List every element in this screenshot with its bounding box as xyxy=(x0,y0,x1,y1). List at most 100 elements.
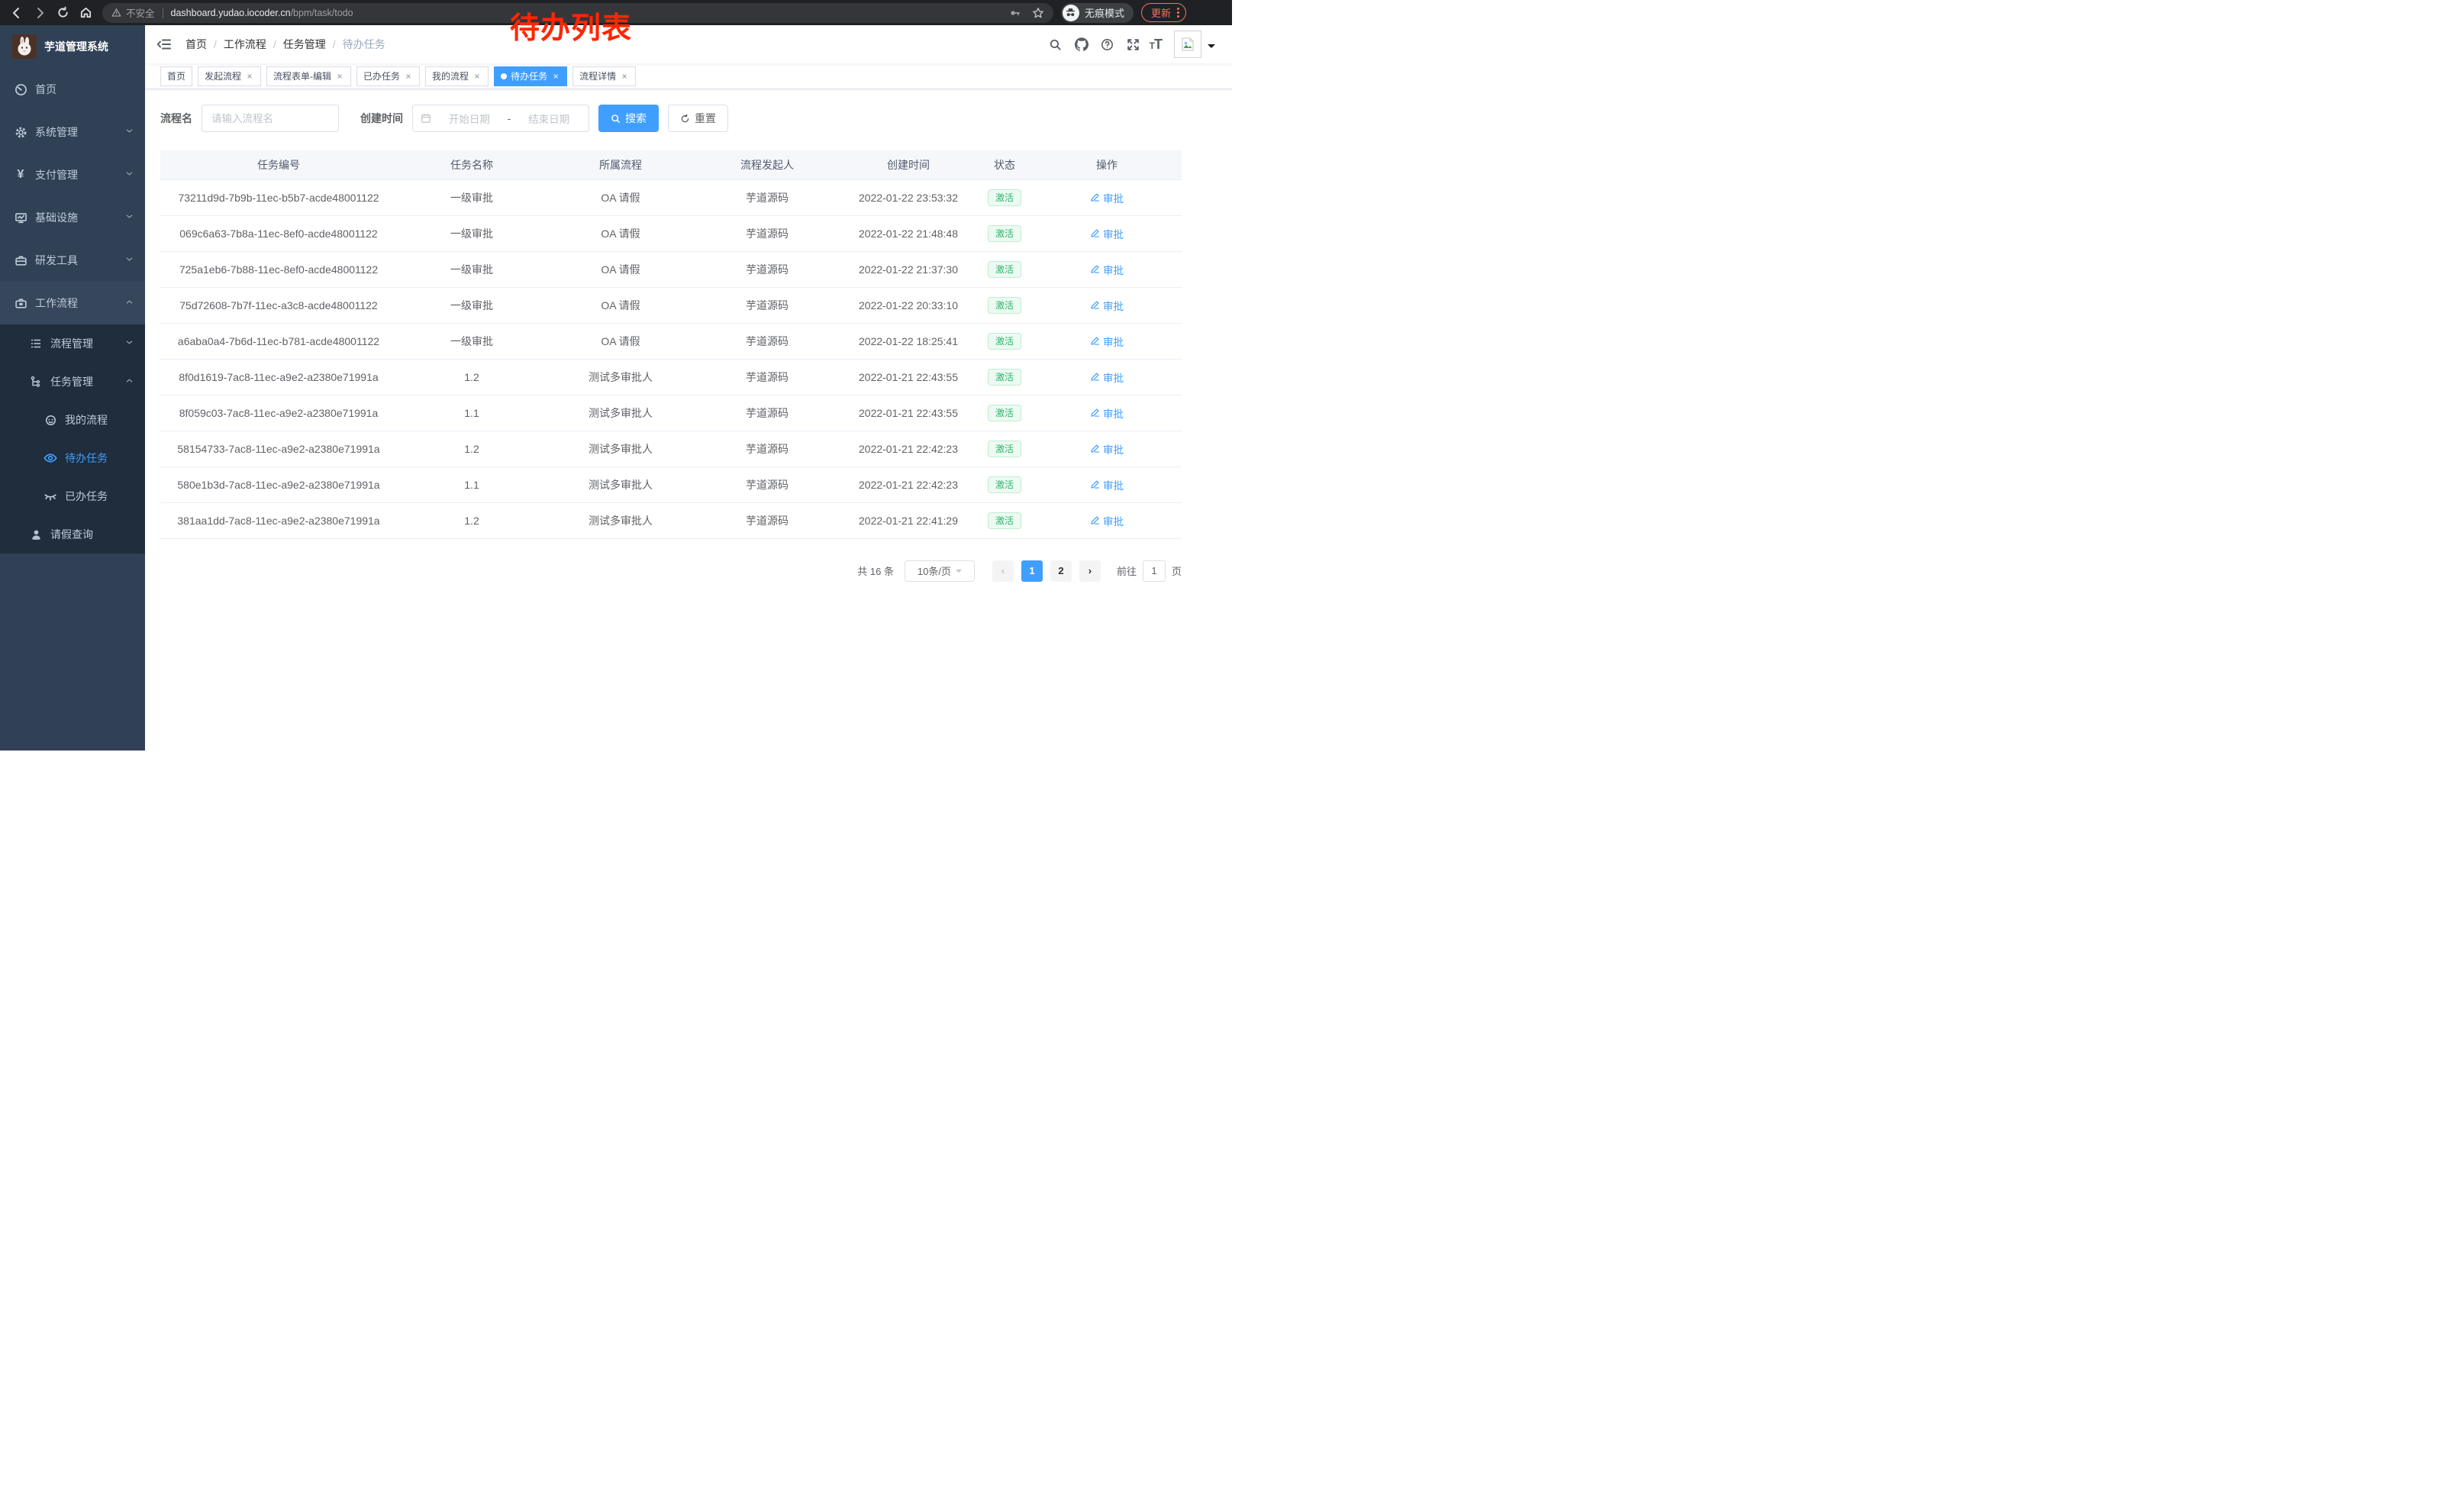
approve-button[interactable]: 审批 xyxy=(1090,298,1124,313)
range-separator: - xyxy=(508,113,511,124)
prev-page-button[interactable]: ‹ xyxy=(992,560,1014,582)
close-icon[interactable]: × xyxy=(245,72,254,81)
page-button-2[interactable]: 2 xyxy=(1050,560,1072,582)
sidebar-item-system[interactable]: 系统管理 xyxy=(0,111,145,153)
sidebar-item-task-management[interactable]: 任务管理 xyxy=(0,363,145,401)
sidebar-item-leave-query[interactable]: 请假查询 xyxy=(0,515,145,554)
status-badge: 激活 xyxy=(988,333,1021,350)
approve-button[interactable]: 审批 xyxy=(1090,405,1124,421)
page-button-1[interactable]: 1 xyxy=(1021,560,1043,582)
sidebar-collapse-icon[interactable] xyxy=(156,36,173,53)
key-icon[interactable] xyxy=(1009,7,1021,19)
sidebar-item-home[interactable]: 首页 xyxy=(0,68,145,111)
app-logo-row[interactable]: 芋道管理系统 xyxy=(0,25,145,68)
process-name-input[interactable] xyxy=(202,105,339,132)
org-tree-icon xyxy=(29,376,43,388)
breadcrumb-current: 待办任务 xyxy=(343,37,385,52)
browser-reload-icon[interactable] xyxy=(52,2,73,24)
sidebar-item-label: 系统管理 xyxy=(35,124,78,140)
tab-process-detail[interactable]: 流程详情× xyxy=(572,66,636,86)
sidebar-item-devtools[interactable]: 研发工具 xyxy=(0,239,145,282)
active-tab-dot xyxy=(501,73,507,79)
address-bar[interactable]: 不安全 dashboard.yudao.iocoder.cn/bpm/task/… xyxy=(102,3,1053,23)
search-icon[interactable] xyxy=(1046,34,1066,54)
approve-button[interactable]: 审批 xyxy=(1090,334,1124,349)
close-icon[interactable]: × xyxy=(620,72,629,81)
table-row: 069c6a63-7b8a-11ec-8ef0-acde48001122一级审批… xyxy=(160,215,1182,251)
close-icon[interactable]: × xyxy=(551,72,560,81)
sidebar-item-label: 请假查询 xyxy=(50,527,93,542)
avatar[interactable] xyxy=(1174,31,1201,58)
avatar-dropdown-caret[interactable] xyxy=(1208,44,1215,52)
status-badge: 激活 xyxy=(988,225,1021,242)
browser-update-button[interactable]: 更新 xyxy=(1141,3,1186,22)
end-date-placeholder: 结束日期 xyxy=(517,111,581,126)
approve-button[interactable]: 审批 xyxy=(1090,513,1124,528)
search-button[interactable]: 搜索 xyxy=(598,105,659,132)
breadcrumb-home[interactable]: 首页 xyxy=(185,37,207,52)
browser-home-icon[interactable] xyxy=(75,2,96,24)
sidebar: 芋道管理系统 首页 系统管理 ¥ xyxy=(0,25,145,750)
close-icon[interactable]: × xyxy=(335,72,344,81)
sidebar-item-my-process[interactable]: 我的流程 xyxy=(0,401,145,439)
goto-label: 前往 xyxy=(1117,563,1137,578)
start-date-placeholder: 开始日期 xyxy=(437,111,502,126)
table-row: 8f0d1619-7ac8-11ec-a9e2-a2380e71991a1.2测… xyxy=(160,359,1182,395)
fullscreen-icon[interactable] xyxy=(1124,34,1143,54)
table-row: 58154733-7ac8-11ec-a9e2-a2380e71991a1.2测… xyxy=(160,431,1182,466)
user-icon xyxy=(29,528,43,541)
date-range-picker[interactable]: 开始日期 - 结束日期 xyxy=(412,105,589,132)
browser-forward-icon[interactable] xyxy=(29,2,50,24)
filter-bar: 流程名 创建时间 开始日期 - 结束日期 搜索 xyxy=(160,105,1232,132)
font-size-icon[interactable]: TT xyxy=(1150,37,1162,53)
chevron-down-icon xyxy=(126,170,133,177)
goto-page-input[interactable] xyxy=(1143,560,1166,582)
github-icon[interactable] xyxy=(1072,34,1092,54)
breadcrumb-workflow[interactable]: 工作流程 xyxy=(224,37,266,52)
approve-button[interactable]: 审批 xyxy=(1090,441,1124,457)
sidebar-item-infrastructure[interactable]: 基础设施 xyxy=(0,196,145,239)
approve-button[interactable]: 审批 xyxy=(1090,190,1124,205)
help-icon[interactable] xyxy=(1098,34,1118,54)
chevron-down-icon xyxy=(126,213,133,220)
tab-my-process[interactable]: 我的流程× xyxy=(425,66,489,86)
page-size-select[interactable]: 10条/页 xyxy=(905,560,975,582)
reset-button[interactable]: 重置 xyxy=(668,105,728,132)
approve-button[interactable]: 审批 xyxy=(1090,262,1124,277)
tab-todo-tasks[interactable]: 待办任务× xyxy=(494,66,567,86)
screen: 不安全 dashboard.yudao.iocoder.cn/bpm/task/… xyxy=(0,0,1232,750)
approve-button[interactable]: 审批 xyxy=(1090,226,1124,241)
page-unit-label: 页 xyxy=(1172,563,1182,578)
pagination: 共 16 条 10条/页 ‹ 1 2 › 前往 页 xyxy=(160,560,1182,582)
sidebar-item-todo-tasks[interactable]: 待办任务 xyxy=(0,439,145,477)
chevron-down-icon xyxy=(126,256,133,263)
sidebar-item-workflow[interactable]: 工作流程 xyxy=(0,282,145,324)
tab-form-edit[interactable]: 流程表单-编辑× xyxy=(266,66,351,86)
tab-home[interactable]: 首页 xyxy=(160,66,192,86)
incognito-label: 无痕模式 xyxy=(1085,5,1124,20)
browser-menu-icon[interactable] xyxy=(1177,8,1179,18)
chevron-up-icon xyxy=(126,377,133,384)
browser-back-icon[interactable] xyxy=(6,2,27,24)
col-status: 状态 xyxy=(977,150,1032,179)
calendar-icon xyxy=(421,113,431,124)
next-page-button[interactable]: › xyxy=(1079,560,1101,582)
close-icon[interactable]: × xyxy=(404,72,413,81)
chevron-down-icon xyxy=(126,128,133,134)
sidebar-item-label: 已办任务 xyxy=(65,489,108,504)
sidebar-item-label: 流程管理 xyxy=(50,336,93,351)
chevron-down-icon xyxy=(956,570,962,576)
eye-open-icon xyxy=(44,451,57,465)
sidebar-item-done-tasks[interactable]: 已办任务 xyxy=(0,477,145,515)
page-content: 流程名 创建时间 开始日期 - 结束日期 搜索 xyxy=(145,89,1232,582)
close-icon[interactable]: × xyxy=(472,72,482,81)
tab-done-tasks[interactable]: 已办任务× xyxy=(356,66,420,86)
approve-button[interactable]: 审批 xyxy=(1090,370,1124,385)
tab-start-process[interactable]: 发起流程× xyxy=(198,66,261,86)
todo-task-table: 任务编号 任务名称 所属流程 流程发起人 创建时间 状态 操作 73211d9d… xyxy=(160,150,1182,539)
breadcrumb-task-management[interactable]: 任务管理 xyxy=(283,37,326,52)
sidebar-item-payment[interactable]: ¥ 支付管理 xyxy=(0,153,145,196)
approve-button[interactable]: 审批 xyxy=(1090,477,1124,492)
sidebar-item-process-management[interactable]: 流程管理 xyxy=(0,324,145,363)
bookmark-star-icon[interactable] xyxy=(1032,7,1044,19)
